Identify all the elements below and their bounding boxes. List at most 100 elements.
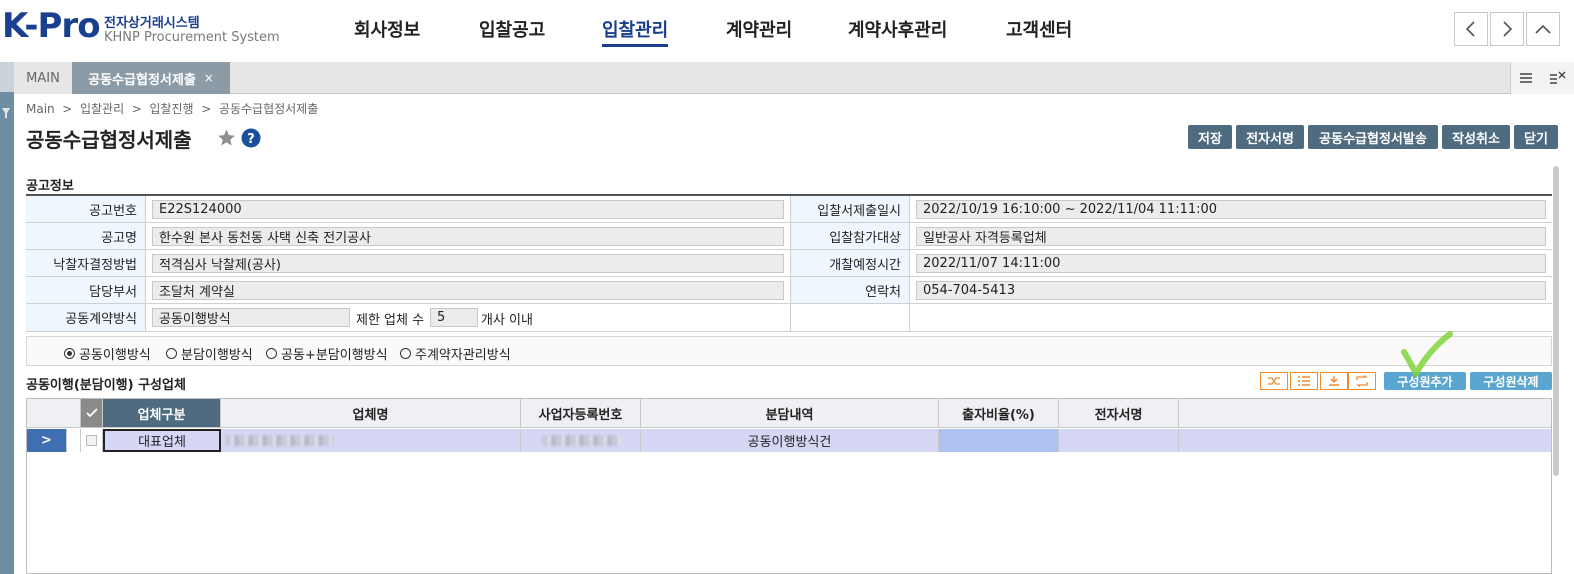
row-share-cell[interactable]: 공동이행방식건 bbox=[641, 429, 939, 452]
radio-unchecked-icon bbox=[266, 348, 277, 359]
row-biz-no-cell[interactable] bbox=[521, 429, 641, 452]
tab-label: 공동수급협정서제출 bbox=[88, 72, 196, 88]
tab-joint-agreement[interactable]: 공동수급협정서제출 × bbox=[72, 62, 230, 94]
delete-member-button[interactable]: 구성원삭제 bbox=[1470, 372, 1552, 390]
chevron-right-icon bbox=[1503, 21, 1513, 37]
save-button[interactable]: 저장 bbox=[1188, 125, 1232, 149]
notice-section-title: 공고정보 bbox=[26, 179, 74, 194]
redacted-company-name bbox=[225, 435, 333, 446]
award-method-label: 낙찰자결정방법 bbox=[26, 250, 146, 276]
grid-header-company-name[interactable]: 업체명 bbox=[221, 399, 521, 428]
info-row: 공동계약방식 공동이행방식 제한 업체 수 5 개사 이내 bbox=[26, 304, 1552, 332]
tab-main[interactable]: MAIN bbox=[14, 62, 72, 94]
radio-joint-shared[interactable]: 공동+분담이행방식 bbox=[266, 344, 388, 363]
nav-post-contract[interactable]: 계약사후관리 bbox=[848, 16, 947, 42]
tab-tools bbox=[1510, 62, 1574, 94]
radio-joint[interactable]: 공동이행방식 bbox=[64, 344, 151, 363]
grid-header-expand bbox=[27, 399, 81, 428]
esign-button[interactable]: 전자서명 bbox=[1236, 125, 1304, 149]
nav-company-info[interactable]: 회사정보 bbox=[354, 16, 420, 42]
pin-icon[interactable] bbox=[0, 106, 12, 120]
notice-no-label: 공고번호 bbox=[26, 196, 146, 222]
send-agreement-button[interactable]: 공동수급협정서발송 bbox=[1308, 125, 1438, 149]
vertical-scrollbar[interactable] bbox=[1553, 166, 1559, 476]
contact-label: 연락처 bbox=[790, 277, 910, 303]
company-limit-suffix: 개사 이내 bbox=[481, 313, 533, 328]
grid-list-button[interactable] bbox=[1290, 372, 1318, 390]
grid-header-empty bbox=[1179, 399, 1551, 428]
info-row: 공고번호 E22S124000 입찰서제출일시 2022/10/19 16:10… bbox=[26, 196, 1552, 223]
grid-refresh-button[interactable] bbox=[1348, 372, 1376, 390]
members-section-title: 공동이행(분담이행) 구성업체 bbox=[26, 378, 186, 393]
opening-time-label: 개찰예정시간 bbox=[790, 250, 910, 276]
tab-close-icon[interactable]: × bbox=[204, 71, 214, 85]
grid-header-share[interactable]: 분담내역 bbox=[641, 399, 939, 428]
chevron-left-icon bbox=[1465, 21, 1475, 37]
nav-bid-management[interactable]: 입찰관리 bbox=[602, 16, 669, 47]
logo[interactable]: K-Pro bbox=[2, 6, 101, 46]
row-ratio-cell[interactable] bbox=[939, 429, 1059, 452]
grid-shuffle-button[interactable] bbox=[1260, 372, 1288, 390]
joint-method-options bbox=[26, 336, 1552, 366]
page-title: 공동수급협정서제출 bbox=[26, 128, 192, 152]
grid-header-type[interactable]: 업체구분 bbox=[103, 399, 221, 428]
grid-download-button[interactable] bbox=[1320, 372, 1348, 390]
radio-label: 공동이행방식 bbox=[79, 348, 151, 363]
prev-button[interactable] bbox=[1454, 12, 1488, 46]
radio-unchecked-icon bbox=[400, 348, 411, 359]
row-esign-cell[interactable] bbox=[1059, 429, 1179, 452]
company-limit-prefix: 제한 업체 수 bbox=[356, 313, 425, 328]
bid-period-label: 입찰서제출일시 bbox=[790, 196, 910, 222]
radio-label: 주계약자관리방식 bbox=[415, 348, 511, 363]
star-icon[interactable] bbox=[216, 128, 237, 148]
grid-header-esign[interactable]: 전자서명 bbox=[1059, 399, 1179, 428]
row-checkbox[interactable] bbox=[81, 429, 103, 452]
row-company-name-cell[interactable] bbox=[221, 429, 521, 452]
top-header: K-Pro 전자상거래시스템 KHNP Procurement System 회… bbox=[0, 0, 1574, 62]
company-limit-field: 5 bbox=[430, 308, 478, 327]
nav-contract-management[interactable]: 계약관리 bbox=[726, 16, 792, 42]
empty-label-cell bbox=[790, 304, 910, 331]
department-field: 조달처 계약실 bbox=[152, 281, 784, 300]
sidebar-toggle[interactable] bbox=[0, 62, 14, 92]
cancel-draft-button[interactable]: 작성취소 bbox=[1442, 125, 1510, 149]
help-icon[interactable]: ? bbox=[241, 128, 261, 148]
contact-field: 054-704-5413 bbox=[916, 281, 1546, 300]
radio-label: 분담이행방식 bbox=[181, 348, 253, 363]
chevron-up-icon bbox=[1535, 24, 1551, 34]
close-all-tabs-icon[interactable] bbox=[1549, 70, 1567, 86]
notice-info-table: 공고번호 E22S124000 입찰서제출일시 2022/10/19 16:10… bbox=[26, 194, 1552, 332]
row-type-cell[interactable]: 대표업체 bbox=[103, 429, 221, 452]
bid-target-label: 입찰참가대상 bbox=[790, 223, 910, 249]
refresh-icon bbox=[1356, 375, 1368, 387]
notice-no-field: E22S124000 bbox=[152, 200, 784, 219]
notice-name-field: 한수원 본사 동천동 사택 신축 전기공사 bbox=[152, 227, 784, 246]
radio-main-contractor[interactable]: 주계약자관리방식 bbox=[400, 344, 511, 363]
breadcrumb: Main > 입찰관리 > 입찰진행 > 공동수급협정서제출 bbox=[26, 102, 319, 116]
grid-header-select-all[interactable] bbox=[81, 399, 103, 428]
menu-icon[interactable] bbox=[1519, 71, 1533, 85]
next-button[interactable] bbox=[1490, 12, 1524, 46]
radio-label: 공동+분담이행방식 bbox=[281, 348, 388, 363]
checkbox-icon bbox=[86, 435, 97, 446]
bid-target-field: 일반공사 자격등록업체 bbox=[916, 227, 1546, 246]
row-indicator bbox=[67, 429, 81, 452]
grid-header-biz-no[interactable]: 사업자등록번호 bbox=[521, 399, 641, 428]
close-button[interactable]: 닫기 bbox=[1514, 125, 1558, 149]
radio-checked-icon bbox=[64, 348, 75, 359]
notice-name-label: 공고명 bbox=[26, 223, 146, 249]
opening-time-field: 2022/11/07 14:11:00 bbox=[916, 254, 1546, 273]
radio-shared[interactable]: 분담이행방식 bbox=[166, 344, 253, 363]
redacted-biz-no bbox=[541, 435, 620, 446]
row-expand-button[interactable]: > bbox=[27, 429, 67, 452]
grid-header-ratio[interactable]: 출자비율(%) bbox=[939, 399, 1059, 428]
department-label: 담당부서 bbox=[26, 277, 146, 303]
joint-method-field: 공동이행방식 bbox=[152, 308, 350, 327]
scroll-top-button[interactable] bbox=[1526, 12, 1560, 46]
info-row: 공고명 한수원 본사 동천동 사택 신축 전기공사 입찰참가대상 일반공사 자격… bbox=[26, 223, 1552, 250]
nav-bid-notice[interactable]: 입찰공고 bbox=[479, 16, 545, 42]
bid-period-field: 2022/10/19 16:10:00 ~ 2022/11/04 11:11:0… bbox=[916, 200, 1546, 219]
row-empty-cell bbox=[1179, 429, 1551, 452]
left-sidebar[interactable] bbox=[0, 62, 14, 574]
nav-customer-center[interactable]: 고객센터 bbox=[1006, 16, 1072, 42]
